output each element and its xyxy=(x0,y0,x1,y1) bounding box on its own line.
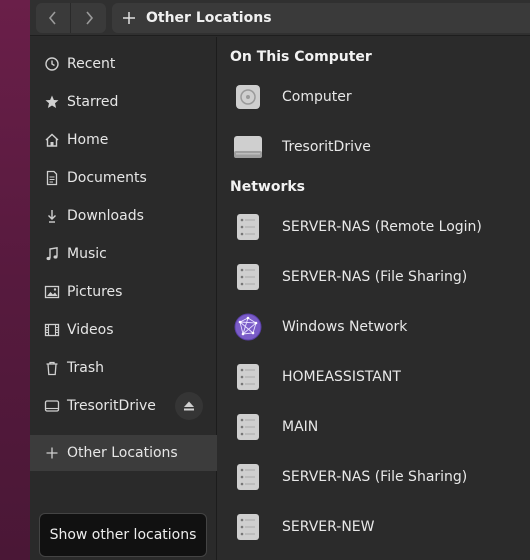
sidebar-item-label: Home xyxy=(67,132,109,148)
home-icon xyxy=(43,131,61,149)
sidebar-item-label: TresoritDrive xyxy=(67,398,156,414)
sidebar-item-label: Videos xyxy=(67,322,114,338)
file-manager-window: Other Locations Recent Starred Home Docu… xyxy=(30,0,530,560)
desktop-background xyxy=(0,0,30,560)
tooltip-text: Show other locations xyxy=(49,527,197,543)
video-icon xyxy=(43,321,61,339)
eject-button[interactable] xyxy=(175,392,203,420)
location-row-server-nas-file-sharing[interactable]: SERVER-NAS (File Sharing) xyxy=(218,252,530,302)
plus-icon xyxy=(123,12,135,24)
sidebar-item-starred[interactable]: Starred xyxy=(30,84,217,120)
trash-icon xyxy=(43,359,61,377)
sidebar: Recent Starred Home Documents Downloads … xyxy=(30,37,217,560)
section-heading-networks: Networks xyxy=(230,179,306,195)
sidebar-item-other-locations[interactable]: Other Locations xyxy=(30,435,217,471)
sidebar-item-music[interactable]: Music xyxy=(30,236,217,272)
clock-icon xyxy=(43,55,61,73)
sidebar-item-label: Starred xyxy=(67,94,119,110)
navigation-buttons xyxy=(36,3,106,33)
location-label: SERVER-NEW xyxy=(282,519,375,535)
chevron-left-icon xyxy=(48,11,56,25)
sidebar-item-label: Downloads xyxy=(67,208,144,224)
location-row-server-new[interactable]: SERVER-NEW xyxy=(218,502,530,552)
network-globe-icon xyxy=(234,313,262,341)
location-row-computer[interactable]: Computer xyxy=(218,72,530,122)
location-label: SERVER-NAS (File Sharing) xyxy=(282,469,468,485)
location-label: HOMEASSISTANT xyxy=(282,369,401,385)
download-icon xyxy=(43,207,61,225)
location-label: SERVER-NAS (Remote Login) xyxy=(282,219,482,235)
section-heading-computer: On This Computer xyxy=(230,49,372,65)
server-icon xyxy=(234,363,262,391)
plus-icon xyxy=(43,444,61,462)
server-icon xyxy=(234,413,262,441)
location-row-homeassistant[interactable]: HOMEASSISTANT xyxy=(218,352,530,402)
location-row-server-nas-remote[interactable]: SERVER-NAS (Remote Login) xyxy=(218,202,530,252)
location-row-windows-network[interactable]: Windows Network xyxy=(218,302,530,352)
server-icon xyxy=(234,513,262,541)
back-button[interactable] xyxy=(36,3,71,33)
sidebar-item-label: Pictures xyxy=(67,284,123,300)
eject-icon xyxy=(184,401,194,411)
location-label: SERVER-NAS (File Sharing) xyxy=(282,269,468,285)
sidebar-item-trash[interactable]: Trash xyxy=(30,350,217,386)
sidebar-item-home[interactable]: Home xyxy=(30,122,217,158)
location-label: MAIN xyxy=(282,419,319,435)
drive-icon xyxy=(234,133,262,161)
drive-icon xyxy=(43,397,61,415)
sidebar-item-downloads[interactable]: Downloads xyxy=(30,198,217,234)
location-title: Other Locations xyxy=(146,10,272,26)
forward-button[interactable] xyxy=(71,3,106,33)
server-icon xyxy=(234,213,262,241)
location-row-tresoritdrive[interactable]: TresoritDrive xyxy=(218,122,530,172)
sidebar-item-label: Music xyxy=(67,246,107,262)
star-icon xyxy=(43,93,61,111)
tooltip: Show other locations xyxy=(39,513,207,557)
location-label: Computer xyxy=(282,89,352,105)
location-label: TresoritDrive xyxy=(282,139,371,155)
location-row-server-nas-file-sharing-2[interactable]: SERVER-NAS (File Sharing) xyxy=(218,452,530,502)
server-icon xyxy=(234,463,262,491)
sidebar-item-pictures[interactable]: Pictures xyxy=(30,274,217,310)
location-label: Windows Network xyxy=(282,319,408,335)
location-row-main[interactable]: MAIN xyxy=(218,402,530,452)
sidebar-item-documents[interactable]: Documents xyxy=(30,160,217,196)
sidebar-item-label: Recent xyxy=(67,56,116,72)
music-icon xyxy=(43,245,61,263)
picture-icon xyxy=(43,283,61,301)
sidebar-item-label: Trash xyxy=(67,360,104,376)
sidebar-item-videos[interactable]: Videos xyxy=(30,312,217,348)
chevron-right-icon xyxy=(85,11,93,25)
path-bar[interactable]: Other Locations xyxy=(112,3,530,33)
sidebar-item-tresoritdrive[interactable]: TresoritDrive xyxy=(30,388,217,424)
computer-disc-icon xyxy=(234,83,262,111)
sidebar-item-recent[interactable]: Recent xyxy=(30,46,217,82)
server-icon xyxy=(234,263,262,291)
document-icon xyxy=(43,169,61,187)
header-bar: Other Locations xyxy=(30,0,530,36)
other-locations-view: On This Computer Computer TresoritDrive … xyxy=(218,37,530,560)
sidebar-item-label: Documents xyxy=(67,170,147,186)
sidebar-item-label: Other Locations xyxy=(67,445,178,461)
